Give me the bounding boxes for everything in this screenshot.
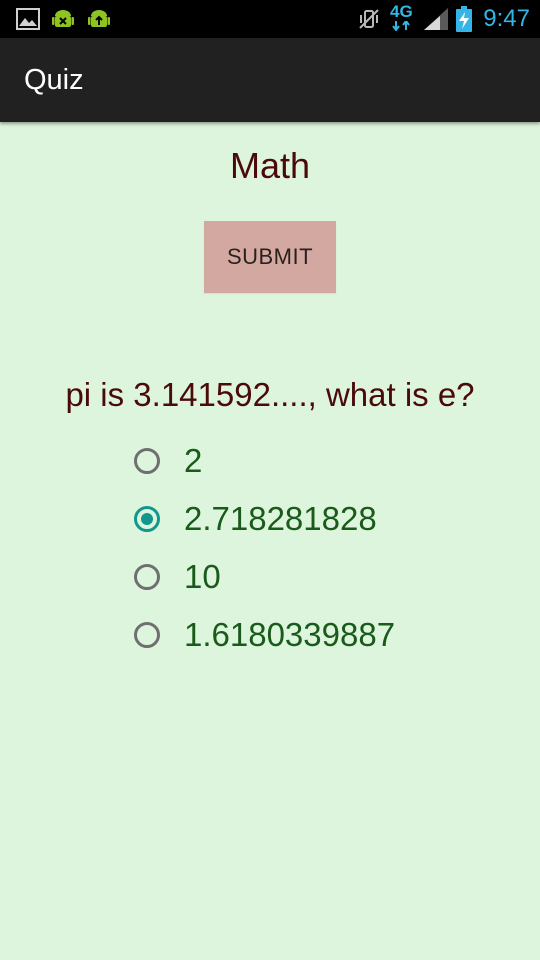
answer-option-label[interactable]: 2.718281828 — [184, 499, 377, 539]
radio-button[interactable] — [134, 564, 160, 590]
status-bar: 4G 9:47 — [0, 0, 540, 38]
answer-option[interactable]: 1.6180339887 — [134, 606, 395, 664]
android-usb-icon — [88, 10, 110, 27]
image-icon — [16, 8, 40, 30]
answer-option-label[interactable]: 10 — [184, 557, 221, 597]
submit-button[interactable]: SUBMIT — [204, 221, 336, 293]
answer-option-label[interactable]: 2 — [184, 441, 202, 481]
status-time: 9:47 — [483, 5, 530, 32]
answer-option[interactable]: 10 — [134, 548, 395, 606]
answer-option[interactable]: 2.718281828 — [134, 490, 395, 548]
android-debug-icon — [52, 10, 74, 27]
radio-button[interactable] — [134, 622, 160, 648]
action-bar: Quiz — [0, 38, 540, 122]
answer-radio-group: 2 2.718281828 10 1.6180339887 — [134, 432, 395, 664]
signal-icon — [424, 8, 448, 30]
battery-charging-icon — [456, 6, 472, 32]
answer-option-label[interactable]: 1.6180339887 — [184, 615, 395, 655]
app-title: Quiz — [24, 64, 84, 96]
question-text: pi is 3.141592...., what is e? — [65, 376, 475, 413]
quiz-subject: Math — [229, 145, 311, 186]
network-label: 4G — [390, 2, 413, 21]
network-4g-lte-icon: 4G — [390, 3, 424, 33]
vibrate-mute-icon — [359, 9, 379, 29]
answer-option[interactable]: 2 — [134, 432, 395, 490]
radio-button[interactable] — [134, 448, 160, 474]
radio-button[interactable] — [134, 506, 160, 532]
